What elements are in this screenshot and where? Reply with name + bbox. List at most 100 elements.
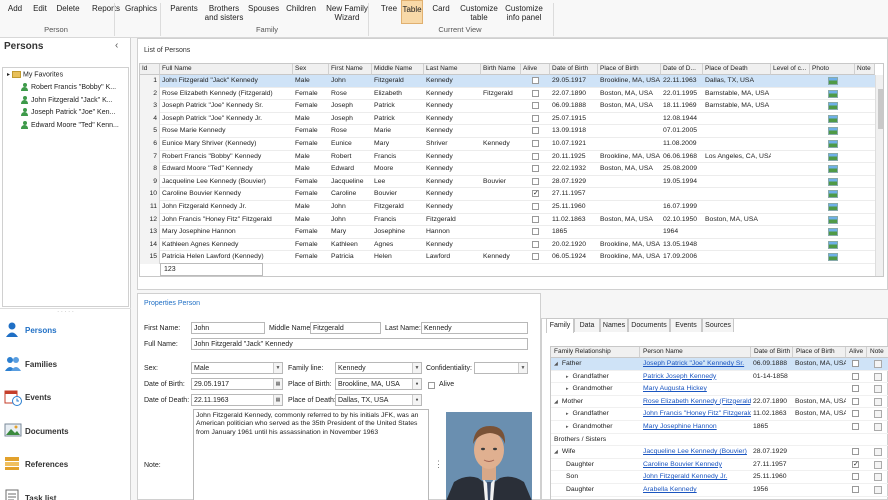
person-name-link[interactable]: Jacqueline Lee Kennedy (Bouvier) [643, 446, 751, 459]
note-icon[interactable] [874, 385, 882, 394]
alive-checkbox[interactable] [428, 382, 435, 389]
alive-checkbox[interactable] [532, 215, 539, 223]
more-options-icon[interactable]: ⋮ [434, 459, 443, 470]
column-header-sex[interactable]: Sex [293, 64, 329, 75]
panel-splitter[interactable]: · · · · · [0, 308, 131, 315]
alive-checkbox[interactable] [852, 372, 859, 380]
customize-info-panel-button[interactable]: Customize info panel [502, 4, 546, 22]
table-row[interactable]: 12 John Francis "Honey Fitz" Fitzgerald Ma… [140, 213, 883, 227]
alive-checkbox[interactable] [852, 486, 859, 493]
expanded-arrow-icon[interactable]: ◢ [554, 361, 558, 367]
date-of-birth-field[interactable]: 29.05.1917 ▦ [191, 378, 283, 390]
table-row[interactable]: 5 Rose Marie Kennedy Female Rose Marie Kenned… [140, 125, 883, 138]
alive-checkbox[interactable] [852, 459, 859, 471]
tree-root-favorites[interactable]: ▸ My Favorites [7, 71, 63, 78]
collapsed-arrow-icon[interactable]: ▸ [566, 386, 569, 392]
note-icon[interactable] [874, 473, 882, 482]
column-header-id[interactable]: Id [140, 64, 160, 75]
alive-checkbox[interactable] [532, 240, 539, 248]
alive-checkbox[interactable] [852, 448, 859, 456]
chevron-down-icon[interactable]: ▼ [273, 363, 282, 373]
alive-checkbox[interactable] [852, 397, 859, 405]
last-name-field[interactable]: Kennedy [421, 322, 528, 334]
nav-references[interactable]: References [0, 449, 131, 482]
person-name-link[interactable]: Mary Augusta Hickey [643, 383, 751, 396]
table-row[interactable]: 9 Jacqueline Lee Kennedy (Bouvier) Female J… [140, 175, 883, 189]
table-row[interactable]: 3 Joseph Patrick "Joe" Kennedy Sr. Female J… [140, 100, 883, 113]
column-header-note[interactable]: Note [855, 64, 875, 75]
alive-checkbox[interactable] [852, 385, 859, 393]
column-header-full-name[interactable]: Full Name [160, 64, 293, 75]
column-header-person-name[interactable]: Person Name [640, 347, 751, 358]
tree-item-person[interactable]: Edward Moore "Ted" Kenn... [21, 120, 119, 129]
vertical-scrollbar[interactable] [875, 75, 883, 276]
chevron-down-icon[interactable]: ▼ [412, 363, 421, 373]
family-row[interactable]: Brothers / Sisters [551, 434, 888, 447]
chevron-down-icon[interactable]: ▼ [518, 363, 527, 373]
alive-checkbox[interactable] [532, 102, 539, 110]
alive-checkbox[interactable] [532, 253, 539, 261]
table-row[interactable]: 1 John Fitzgerald "Jack" Kennedy Male John F… [140, 75, 883, 88]
column-header-date-of-death[interactable]: Date of D... [661, 64, 703, 75]
collapsed-arrow-icon[interactable]: ▸ [566, 374, 569, 380]
delete-button[interactable]: Delete [56, 4, 80, 13]
collapsed-arrow-icon[interactable]: ▸ [566, 411, 569, 417]
column-header-date-of-birth[interactable]: Date of Birth [751, 347, 793, 358]
table-row[interactable]: 14 Kathleen Agnes Kennedy Female Kathleen Ag… [140, 238, 883, 252]
note-icon[interactable] [874, 460, 882, 469]
table-view-button[interactable]: Table [401, 0, 423, 24]
filter-input[interactable]: 123 [160, 263, 263, 276]
note-icon[interactable] [874, 397, 882, 406]
family-row[interactable]: ▸ Grandmother Mary Augusta Hickey [551, 383, 888, 396]
tree-view-button[interactable]: Tree [378, 4, 400, 13]
family-line-select[interactable]: Kennedy ▼ [335, 362, 422, 374]
full-name-field[interactable]: John Fitzgerald "Jack" Kennedy [191, 338, 528, 350]
family-row[interactable]: Daughter Arabella Kennedy 1956 [551, 484, 888, 497]
children-button[interactable]: Children [284, 4, 318, 13]
new-family-wizard-button[interactable]: New Family Wizard [323, 4, 371, 22]
tree-item-person[interactable]: Robert Francis "Bobby" K... [21, 83, 116, 91]
note-textarea[interactable]: John Fitzgerald Kennedy, commonly referr… [193, 409, 429, 500]
table-row[interactable]: 4 Joseph Patrick "Joe" Kennedy Jr. Male Jos… [140, 112, 883, 126]
calendar-icon[interactable]: ▦ [273, 395, 282, 405]
scrollbar-thumb[interactable] [878, 89, 883, 129]
alive-checkbox[interactable] [852, 473, 859, 481]
note-icon[interactable] [874, 486, 882, 494]
note-icon[interactable] [874, 360, 882, 368]
table-row[interactable]: 6 Eunice Mary Shriver (Kennedy) Female Euni… [140, 138, 883, 151]
nav-persons[interactable]: Persons [0, 315, 131, 348]
family-row[interactable]: ▸ Grandmother Mary Josephine Hannon 1865 [551, 421, 888, 434]
family-row[interactable]: ◢ Mother Rose Elizabeth Kennedy (Fitzgeral… [551, 396, 888, 409]
tab-sources[interactable]: Sources [702, 318, 734, 332]
tree-item-person[interactable]: John Fitzgerald "Jack" K... [21, 95, 113, 104]
parents-button[interactable]: Parents [168, 4, 200, 13]
family-row[interactable]: ▸ Grandfather John Francis "Honey Fitz" Fi… [551, 408, 888, 421]
map-pin-icon[interactable]: ● [412, 395, 421, 405]
person-name-link[interactable]: Rose Elizabeth Kennedy (Fitzgerald) [643, 396, 751, 409]
confidentiality-select[interactable]: ▼ [474, 362, 528, 374]
column-header-birth-name[interactable]: Birth Name [481, 64, 521, 75]
column-header-note[interactable]: Note [867, 347, 888, 358]
alive-checkbox[interactable] [532, 77, 539, 84]
family-row[interactable]: Daughter Caroline Bouvier Kennedy 27.11.19… [551, 459, 888, 472]
sex-select[interactable]: Male ▼ [191, 362, 283, 374]
nav-task-list[interactable]: Task list [0, 483, 131, 500]
person-name-link[interactable]: Arabella Kennedy [643, 484, 751, 497]
table-row[interactable]: 11 John Fitzgerald Kennedy Jr. Male John Fit… [140, 201, 883, 214]
card-view-button[interactable]: Card [430, 4, 452, 13]
reports-button[interactable]: Reports [90, 4, 122, 13]
nav-documents[interactable]: Documents [0, 416, 131, 449]
alive-checkbox[interactable] [532, 89, 539, 97]
calendar-icon[interactable]: ▦ [273, 379, 282, 389]
person-name-link[interactable]: Patrick Joseph Kennedy [643, 371, 751, 384]
alive-checkbox[interactable] [532, 127, 539, 135]
collapsed-arrow-icon[interactable]: ▸ [566, 424, 569, 430]
family-row[interactable]: ◢ Wife Jacqueline Lee Kennedy (Bouvier) 28.… [551, 446, 888, 459]
column-header-date-of-birth[interactable]: Date of Birth [550, 64, 598, 75]
map-pin-icon[interactable]: ● [412, 379, 421, 389]
table-row[interactable]: 10 Caroline Bouvier Kennedy Female Caroline… [140, 188, 883, 201]
alive-checkbox[interactable] [532, 140, 539, 147]
note-icon[interactable] [874, 372, 882, 381]
alive-checkbox[interactable] [852, 360, 859, 367]
date-of-death-field[interactable]: 22.11.1963 ▦ [191, 394, 283, 406]
